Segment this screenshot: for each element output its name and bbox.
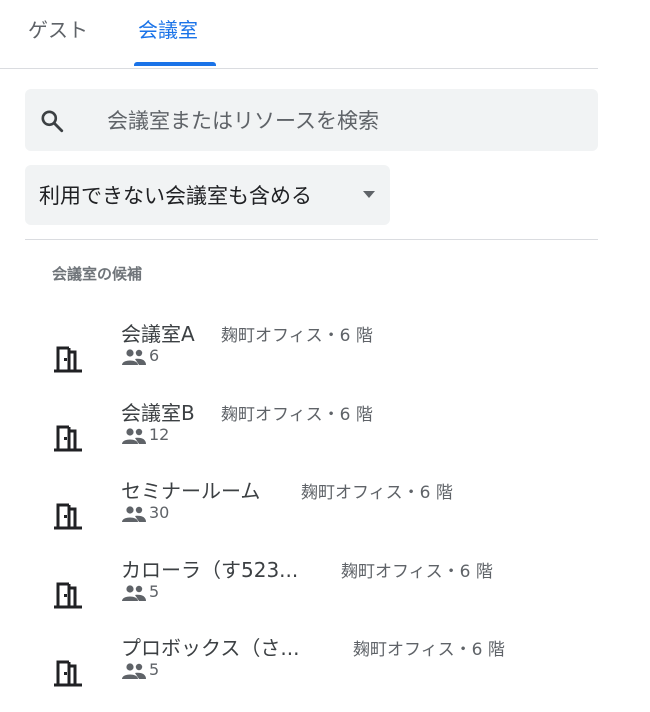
- section-title-room-suggestions: 会議室の候補: [52, 265, 143, 283]
- room-item[interactable]: 会議室A 麹町オフィス・6 階 6: [25, 318, 605, 390]
- room-search-box: [25, 89, 598, 151]
- filter-label: 利用できない会議室も含める: [39, 184, 312, 208]
- meeting-room-icon: [54, 503, 82, 530]
- active-tab-indicator: [134, 62, 216, 66]
- people-icon: [122, 585, 146, 601]
- tab-rooms[interactable]: 会議室: [138, 14, 198, 43]
- caret-down-icon: [363, 191, 375, 198]
- people-icon: [122, 349, 146, 365]
- room-name: 会議室B: [121, 401, 195, 425]
- people-icon: [122, 663, 146, 679]
- room-search-input[interactable]: [105, 101, 579, 141]
- room-item[interactable]: プロボックス（さ... 麹町オフィス・6 階 5: [25, 632, 605, 704]
- room-name: セミナールーム: [121, 479, 261, 503]
- people-icon: [122, 428, 146, 444]
- room-location: 麹町オフィス・6 階: [301, 483, 453, 503]
- room-item[interactable]: セミナールーム 麹町オフィス・6 階 30: [25, 475, 605, 547]
- room-capacity: 12: [149, 425, 170, 444]
- tab-bar: ゲスト 会議室: [0, 0, 598, 69]
- room-capacity: 5: [149, 660, 160, 679]
- room-name: 会議室A: [121, 322, 195, 346]
- room-location: 麹町オフィス・6 階: [221, 405, 373, 425]
- room-item[interactable]: カローラ（す523... 麹町オフィス・6 階 5: [25, 554, 605, 626]
- room-location: 麹町オフィス・6 階: [341, 562, 493, 582]
- room-location: 麹町オフィス・6 階: [353, 640, 505, 660]
- meeting-room-icon: [54, 425, 82, 452]
- room-capacity: 5: [149, 582, 160, 601]
- room-capacity: 6: [149, 346, 160, 365]
- tab-guests[interactable]: ゲスト: [28, 14, 88, 43]
- room-item[interactable]: 会議室B 麹町オフィス・6 階 12: [25, 397, 605, 469]
- room-name: プロボックス（さ...: [121, 636, 300, 660]
- room-location: 麹町オフィス・6 階: [221, 326, 373, 346]
- meeting-room-icon: [54, 346, 82, 373]
- meeting-room-icon: [54, 582, 82, 609]
- room-name: カローラ（す523...: [121, 558, 299, 582]
- search-icon: [41, 110, 64, 133]
- divider: [25, 239, 598, 240]
- meeting-room-icon: [54, 660, 82, 687]
- unavailable-rooms-filter-dropdown[interactable]: 利用できない会議室も含める: [25, 165, 390, 225]
- room-capacity: 30: [149, 503, 170, 522]
- people-icon: [122, 506, 146, 522]
